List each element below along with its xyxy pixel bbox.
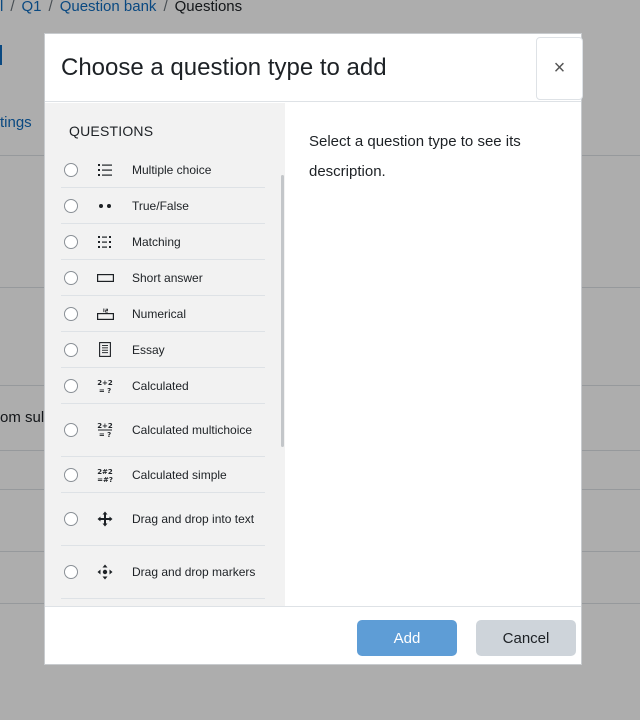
section-label-questions: QUESTIONS: [69, 123, 154, 139]
modal-header: Choose a question type to add ×: [45, 34, 583, 102]
radio-button[interactable]: [64, 423, 78, 437]
question-type-label: Calculated multichoice: [132, 423, 253, 437]
radio-button[interactable]: [64, 234, 78, 249]
question-type-label: Short answer: [132, 270, 203, 285]
close-icon: ×: [553, 57, 566, 79]
list-icon: [95, 160, 115, 180]
move-markers-icon: [95, 562, 115, 582]
formula-simple-icon: 2#2 =#?: [95, 465, 115, 485]
question-type-matching[interactable]: Matching: [61, 224, 265, 260]
svg-text:= ?: = ?: [99, 387, 111, 394]
question-type-label: Drag and drop markers: [132, 565, 256, 579]
radio-button[interactable]: [64, 565, 78, 579]
matching-icon: [95, 232, 115, 252]
cancel-button[interactable]: Cancel: [476, 620, 576, 656]
radio-button[interactable]: [64, 467, 78, 482]
svg-text:= ?: = ?: [99, 431, 111, 439]
question-type-true-false[interactable]: True/False: [61, 188, 265, 224]
question-type-label: Calculated simple: [132, 467, 227, 482]
description-text: Select a question type to see its descri…: [309, 133, 521, 180]
two-dots-icon: [95, 196, 115, 216]
question-type-list: Multiple choice True/False Matching Shor…: [61, 152, 265, 599]
question-type-numerical[interactable]: Numerical: [61, 296, 265, 332]
question-type-short-answer[interactable]: Short answer: [61, 260, 265, 296]
question-type-options: QUESTIONS Multiple choice True/False Mat…: [45, 103, 285, 606]
radio-button[interactable]: [64, 270, 78, 285]
question-type-label: Calculated: [132, 378, 189, 393]
question-type-chooser-dialog: Choose a question type to add × QUESTION…: [44, 33, 583, 665]
radio-button[interactable]: [64, 512, 78, 526]
svg-text:2+2: 2+2: [97, 379, 113, 387]
radio-button[interactable]: [64, 198, 78, 213]
text-box-icon: [95, 268, 115, 288]
question-type-label: Essay: [132, 342, 165, 357]
question-type-label: Numerical: [132, 306, 187, 321]
question-type-drag-drop-text[interactable]: Drag and drop into text: [61, 493, 265, 546]
scrollbar-thumb[interactable]: [281, 175, 284, 447]
svg-text:2+2: 2+2: [97, 422, 113, 430]
numeric-field-icon: [95, 304, 115, 324]
question-type-calculated[interactable]: 2+2 = ? Calculated: [61, 368, 265, 404]
question-type-label: Drag and drop into text: [132, 512, 255, 526]
radio-button[interactable]: [64, 378, 78, 393]
document-icon: [95, 340, 115, 360]
modal-title: Choose a question type to add: [61, 54, 387, 81]
move-arrows-icon: [95, 509, 115, 529]
radio-button[interactable]: [64, 162, 78, 177]
radio-button[interactable]: [64, 306, 78, 321]
add-button[interactable]: Add: [357, 620, 457, 656]
radio-button[interactable]: [64, 342, 78, 357]
question-type-label: Matching: [132, 234, 181, 249]
svg-text:2#2: 2#2: [97, 468, 113, 476]
question-type-drag-drop-markers[interactable]: Drag and drop markers: [61, 546, 265, 599]
modal-footer: Add Cancel: [45, 606, 581, 664]
question-type-calculated-multichoice[interactable]: 2+2 = ? Calculated multichoice: [61, 404, 265, 457]
formula-list-icon: 2+2 = ?: [95, 420, 115, 440]
svg-text:=#?: =#?: [97, 476, 113, 483]
question-type-description-pane: Select a question type to see its descri…: [285, 103, 581, 606]
close-button[interactable]: ×: [536, 37, 583, 100]
question-type-label: True/False: [132, 198, 189, 213]
question-type-calculated-simple[interactable]: 2#2 =#? Calculated simple: [61, 457, 265, 493]
question-type-label: Multiple choice: [132, 162, 212, 177]
question-type-essay[interactable]: Essay: [61, 332, 265, 368]
question-type-multiple-choice[interactable]: Multiple choice: [61, 152, 265, 188]
formula-icon: 2+2 = ?: [95, 376, 115, 396]
